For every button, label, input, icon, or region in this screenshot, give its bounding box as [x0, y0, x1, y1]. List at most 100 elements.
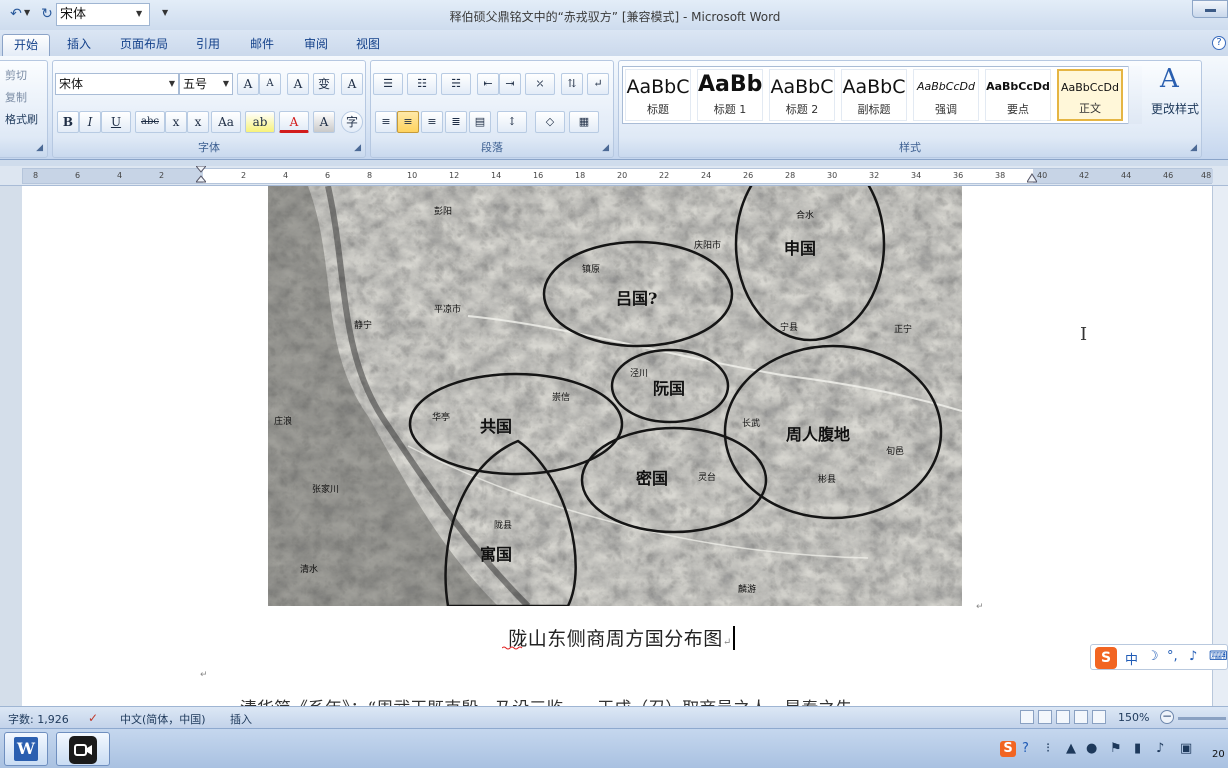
punctuation-icon[interactable]: °, [1167, 649, 1178, 664]
style-normal[interactable]: AaBbCcDd 正文 [1057, 69, 1123, 121]
tray-flag-icon[interactable]: ⚑ [1110, 741, 1122, 756]
format-painter-button[interactable]: 格式刷 [5, 111, 38, 127]
grow-font-button[interactable]: A [237, 73, 259, 95]
increase-indent-button[interactable]: ⇥ [499, 73, 521, 95]
tray-expand-icon[interactable]: ▲ [1066, 741, 1076, 756]
font-color-button[interactable]: A [279, 111, 309, 133]
strikethrough-button[interactable]: abc [135, 111, 165, 133]
tab-review[interactable]: 审阅 [294, 34, 338, 56]
borders-button[interactable]: ▦ [569, 111, 599, 133]
char-shading-button[interactable]: A [313, 111, 335, 133]
highlight-button[interactable]: ab [245, 111, 275, 133]
tray-network-icon[interactable]: ▣ [1180, 741, 1192, 756]
superscript-button[interactable]: x [187, 111, 209, 133]
proofing-icon[interactable]: ✓ [88, 711, 98, 725]
microphone-icon[interactable]: ♪ [1189, 649, 1197, 664]
style-strong[interactable]: AaBbCcDd 要点 [985, 69, 1051, 121]
multilevel-list-button[interactable]: ☵ [441, 73, 471, 95]
ime-toolbar[interactable]: S 中 ☽ °, ♪ ⌨ [1090, 644, 1228, 670]
taskbar-recorder-button[interactable] [56, 732, 110, 766]
tray-qq-icon[interactable]: ● [1086, 741, 1097, 756]
print-layout-view-button[interactable] [1020, 710, 1034, 724]
change-case-button[interactable]: Aa [211, 111, 241, 133]
web-layout-view-button[interactable] [1056, 710, 1070, 724]
map-figure[interactable]: 吕国? 申国 阮国 周人腹地 密国 共国 寓国 庆阳市 平凉市 彭阳 合水 泾川… [268, 186, 962, 606]
copy-button[interactable]: 复制 [5, 89, 27, 105]
italic-button[interactable]: I [79, 111, 101, 133]
style-emphasis[interactable]: AaBbCcDd 强调 [913, 69, 979, 121]
style-title[interactable]: AaBbC 标题 [625, 69, 691, 121]
tab-mailings[interactable]: 邮件 [240, 34, 284, 56]
tray-help-icon[interactable]: ? [1022, 741, 1029, 756]
clock[interactable]: 20 [1212, 749, 1225, 760]
zoom-slider[interactable] [1178, 717, 1226, 720]
cut-button[interactable]: 剪切 [5, 67, 27, 83]
tab-insert[interactable]: 插入 [58, 34, 100, 56]
subscript-button[interactable]: x [165, 111, 187, 133]
figure-caption[interactable]: 陇山东侧商周方国分布图↵ [420, 624, 820, 651]
tab-home[interactable]: 开始 [2, 34, 50, 56]
shading-button[interactable]: ◇ [535, 111, 565, 133]
numbering-button[interactable]: ☷ [407, 73, 437, 95]
word-count[interactable]: 字数: 1,926 [8, 711, 69, 727]
bold-button[interactable]: B [57, 111, 79, 133]
line-spacing-button[interactable]: ↕ [497, 111, 527, 133]
sort-button[interactable]: ⇅ [561, 73, 583, 95]
paragraph-launcher-icon[interactable]: ◢ [602, 143, 609, 153]
right-indent-marker-icon[interactable] [1027, 172, 1037, 184]
ime-mode-toggle[interactable]: 中 [1125, 649, 1138, 668]
change-styles-button[interactable]: A 更改样式 [1150, 64, 1200, 132]
decrease-indent-button[interactable]: ⇤ [477, 73, 499, 95]
asian-layout-button[interactable]: ⤫ [525, 73, 555, 95]
indent-marker-icon[interactable] [196, 166, 206, 184]
taskbar-word-button[interactable]: W [4, 732, 48, 766]
tray-device-icon[interactable]: ▮ [1134, 741, 1141, 756]
keyboard-icon[interactable]: ⌨ [1209, 649, 1228, 664]
chevron-down-icon[interactable]: ▼ [136, 9, 142, 18]
full-screen-view-button[interactable] [1038, 710, 1052, 724]
zoom-out-button[interactable]: − [1160, 710, 1174, 724]
help-icon[interactable]: ? [1212, 36, 1226, 50]
outline-view-button[interactable] [1074, 710, 1088, 724]
undo-dropdown-icon[interactable]: ▼ [24, 8, 30, 17]
horizontal-ruler[interactable]: 8 6 4 2 2 4 6 8 10 12 14 16 18 20 22 24 … [0, 166, 1228, 186]
draft-view-button[interactable] [1092, 710, 1106, 724]
phonetic-guide-button[interactable]: 变 [313, 73, 335, 95]
minimize-button[interactable] [1192, 0, 1228, 18]
vertical-scrollbar[interactable] [1212, 186, 1228, 706]
style-subtitle[interactable]: AaBbC 副标题 [841, 69, 907, 121]
sogou-logo-icon[interactable]: S [1095, 647, 1117, 669]
align-center-button[interactable]: ≡ [397, 111, 419, 133]
tab-view[interactable]: 视图 [346, 34, 390, 56]
clipboard-launcher-icon[interactable]: ◢ [36, 143, 43, 153]
justify-button[interactable]: ≣ [445, 111, 467, 133]
shrink-font-button[interactable]: A [259, 73, 281, 95]
moon-icon[interactable]: ☽ [1147, 649, 1159, 664]
font-size-combo[interactable]: 五号 ▼ [179, 73, 233, 95]
customize-qat-icon[interactable]: ▼ [162, 8, 168, 17]
tab-references[interactable]: 引用 [186, 34, 230, 56]
style-heading1[interactable]: AaBb 标题 1 [697, 69, 763, 121]
style-heading2[interactable]: AaBbC 标题 2 [769, 69, 835, 121]
show-marks-button[interactable]: ↵ [587, 73, 609, 95]
char-border-button[interactable]: A [341, 73, 363, 95]
redo-icon[interactable]: ↻ [38, 6, 56, 24]
font-name-combo[interactable]: 宋体 ▼ [55, 73, 179, 95]
tab-page-layout[interactable]: 页面布局 [112, 34, 176, 56]
distributed-button[interactable]: ▤ [469, 111, 491, 133]
underline-button[interactable]: U [101, 111, 131, 133]
tray-keyboard-icon[interactable]: ⁝ [1046, 741, 1050, 756]
style-gallery-scroll[interactable] [1128, 66, 1142, 124]
tray-sogou-icon[interactable]: S [1000, 741, 1016, 757]
insert-mode-status[interactable]: 插入 [230, 711, 252, 727]
enclose-char-button[interactable]: 字 [341, 111, 363, 133]
styles-launcher-icon[interactable]: ◢ [1190, 143, 1197, 153]
tray-volume-icon[interactable]: ♪ [1156, 741, 1164, 756]
language-status[interactable]: 中文(简体，中国) [120, 711, 206, 727]
bullets-button[interactable]: ☰ [373, 73, 403, 95]
align-right-button[interactable]: ≡ [421, 111, 443, 133]
align-left-button[interactable]: ≡ [375, 111, 397, 133]
undo-icon[interactable]: ↶ [6, 6, 26, 24]
zoom-level[interactable]: 150% [1118, 711, 1149, 724]
font-launcher-icon[interactable]: ◢ [354, 143, 361, 153]
